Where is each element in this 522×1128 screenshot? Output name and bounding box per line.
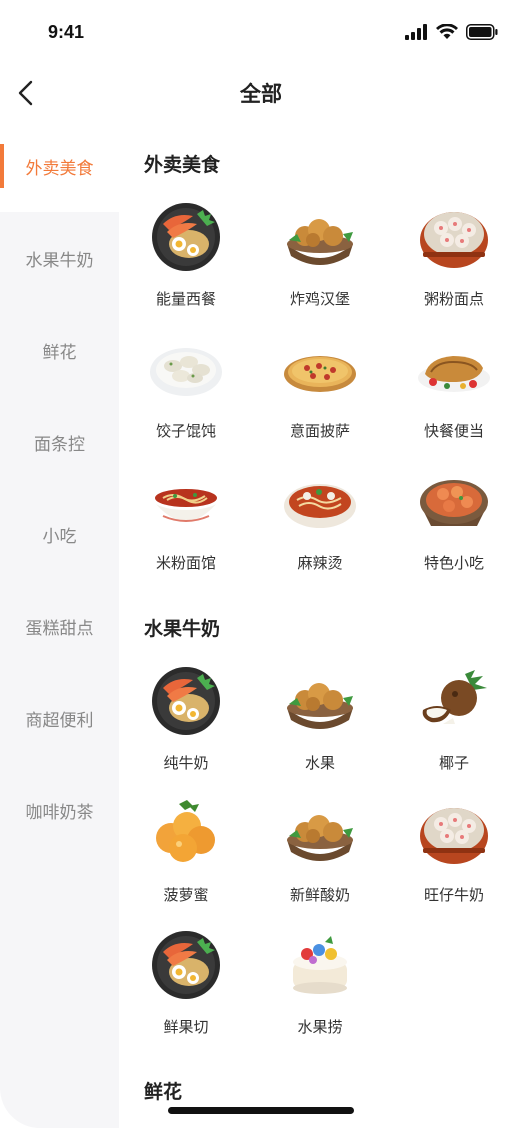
coconut-icon bbox=[417, 664, 491, 738]
category-sidebar: 外卖美食 水果牛奶 鲜花 面条控 小吃 蛋糕甜点 商超便利 咖啡奶茶 bbox=[0, 120, 119, 1128]
page-title: 全部 bbox=[240, 82, 282, 106]
sidebar-item-takeout-food[interactable]: 外卖美食 bbox=[0, 120, 119, 212]
category-item[interactable]: 鲜果切 bbox=[126, 928, 246, 1048]
category-label: 菠萝蜜 bbox=[163, 886, 209, 904]
category-label: 粥粉面点 bbox=[423, 290, 484, 308]
category-item[interactable]: 能量西餐 bbox=[126, 200, 246, 320]
category-label: 米粉面馆 bbox=[155, 554, 216, 572]
peach-icon bbox=[149, 796, 223, 870]
wifi-icon bbox=[436, 24, 458, 39]
sidebar-item-fruit-milk[interactable]: 水果牛奶 bbox=[0, 212, 119, 304]
sidebar-item-label: 小吃 bbox=[42, 526, 77, 547]
category-item[interactable]: 炸鸡汉堡 bbox=[260, 200, 380, 320]
bowl-shrimp-icon bbox=[149, 664, 223, 738]
sidebar-item-supermarket[interactable]: 商超便利 bbox=[0, 672, 119, 764]
fried-chicken-icon bbox=[283, 796, 357, 870]
dumpling-steamer-icon bbox=[417, 796, 491, 870]
category-label: 炸鸡汉堡 bbox=[289, 290, 350, 308]
section-title: 水果牛奶 bbox=[144, 618, 221, 640]
category-item[interactable]: 新鲜酸奶 bbox=[260, 796, 380, 916]
category-item[interactable]: 意面披萨 bbox=[260, 332, 380, 452]
status-icons bbox=[404, 24, 498, 40]
noodle-bowl-icon bbox=[149, 464, 223, 538]
category-label: 水果捞 bbox=[297, 1018, 343, 1036]
sidebar-item-noodles[interactable]: 面条控 bbox=[0, 396, 119, 488]
category-item[interactable]: 米粉面馆 bbox=[126, 464, 246, 584]
category-item[interactable]: 特色小吃 bbox=[394, 464, 514, 584]
category-label: 快餐便当 bbox=[423, 422, 484, 440]
category-label: 特色小吃 bbox=[423, 554, 484, 572]
section-title: 鲜花 bbox=[144, 1081, 183, 1103]
category-label: 新鲜酸奶 bbox=[289, 886, 350, 904]
sidebar-item-cakes-desserts[interactable]: 蛋糕甜点 bbox=[0, 580, 119, 672]
grilled-fish-icon bbox=[417, 332, 491, 406]
category-item[interactable]: 粥粉面点 bbox=[394, 200, 514, 320]
fried-chicken-icon bbox=[283, 200, 357, 274]
category-label: 饺子馄饨 bbox=[155, 422, 216, 440]
category-label: 能量西餐 bbox=[155, 290, 216, 308]
sidebar-item-label: 鲜花 bbox=[42, 342, 77, 363]
sidebar-item-label: 外卖美食 bbox=[25, 158, 94, 179]
category-label: 旺仔牛奶 bbox=[423, 886, 484, 904]
battery-icon bbox=[466, 24, 498, 40]
sidebar-item-label: 水果牛奶 bbox=[25, 250, 94, 271]
sidebar-item-coffee-tea[interactable]: 咖啡奶茶 bbox=[0, 764, 119, 856]
category-item[interactable]: 旺仔牛奶 bbox=[394, 796, 514, 916]
category-item[interactable]: 麻辣烫 bbox=[260, 464, 380, 584]
dumpling-steamer-icon bbox=[417, 200, 491, 274]
status-time: 9:41 bbox=[48, 22, 85, 42]
bowl-shrimp-icon bbox=[149, 200, 223, 274]
category-label: 麻辣烫 bbox=[297, 554, 343, 572]
category-item[interactable]: 水果 bbox=[260, 664, 380, 784]
category-item[interactable]: 椰子 bbox=[394, 664, 514, 784]
category-item[interactable]: 快餐便当 bbox=[394, 332, 514, 452]
bowl-shrimp-icon bbox=[149, 928, 223, 1002]
sidebar-item-label: 蛋糕甜点 bbox=[25, 618, 94, 639]
home-indicator bbox=[168, 1107, 354, 1114]
fruit-cake-icon bbox=[283, 928, 357, 1002]
sidebar-item-label: 商超便利 bbox=[25, 710, 94, 731]
category-label: 纯牛奶 bbox=[163, 754, 209, 772]
spicy-hotpot-icon bbox=[283, 464, 357, 538]
dumplings-plate-icon bbox=[149, 332, 223, 406]
sidebar-item-snacks[interactable]: 小吃 bbox=[0, 488, 119, 580]
section-title: 外卖美食 bbox=[144, 154, 221, 176]
status-bar: 9:41 bbox=[0, 0, 522, 66]
fried-chicken-icon bbox=[283, 664, 357, 738]
sidebar-item-label: 面条控 bbox=[34, 434, 85, 455]
category-item[interactable]: 饺子馄饨 bbox=[126, 332, 246, 452]
category-label: 鲜果切 bbox=[163, 1018, 209, 1036]
category-item[interactable]: 水果捞 bbox=[260, 928, 380, 1048]
category-item[interactable]: 纯牛奶 bbox=[126, 664, 246, 784]
sidebar-item-flowers[interactable]: 鲜花 bbox=[0, 304, 119, 396]
pizza-icon bbox=[283, 332, 357, 406]
navigation-bar: 全部 bbox=[0, 66, 522, 120]
category-label: 椰子 bbox=[438, 754, 469, 772]
category-label: 水果 bbox=[304, 754, 335, 772]
category-label: 意面披萨 bbox=[289, 422, 350, 440]
shrimp-dish-icon bbox=[417, 464, 491, 538]
sidebar-item-label: 咖啡奶茶 bbox=[25, 802, 94, 823]
category-item[interactable]: 菠萝蜜 bbox=[126, 796, 246, 916]
category-content: 外卖美食 能量西餐 炸鸡汉堡 粥粉面点 饺子馄饨 意面披萨 快餐便当 米粉面馆 … bbox=[119, 120, 522, 1128]
signal-icon bbox=[405, 24, 427, 40]
